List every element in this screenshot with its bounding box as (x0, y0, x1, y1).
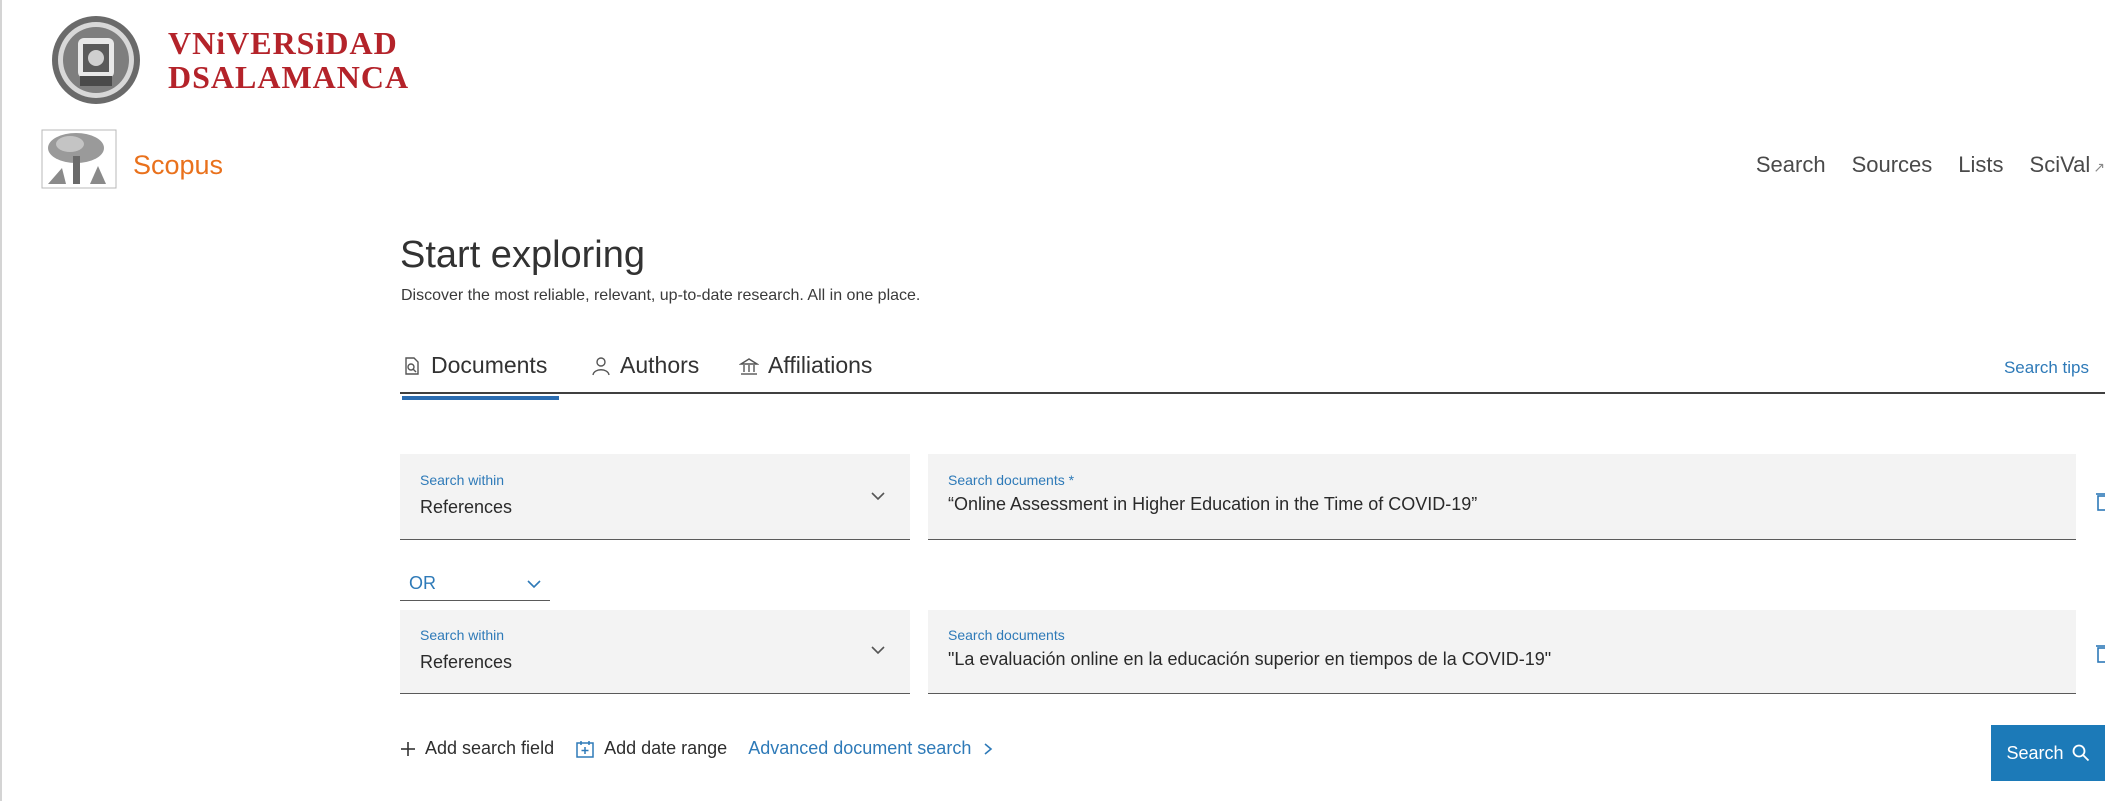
university-seal-logo (52, 16, 140, 104)
search-tips-link[interactable]: Search tips (2004, 358, 2089, 378)
trash-icon[interactable] (2096, 490, 2105, 512)
search-documents-label-1: Search documents * (948, 472, 1075, 488)
search-actions-bar: Add search field Add date range Advanced… (400, 738, 995, 759)
search-within-label-1: Search within (420, 472, 505, 488)
nav-lists[interactable]: Lists (1945, 152, 2016, 178)
tab-authors-label: Authors (620, 352, 700, 378)
add-date-range-label: Add date range (604, 738, 728, 758)
page-title: Start exploring (400, 234, 646, 276)
university-name: VNiVERSiDAD DSALAMANCA (168, 26, 409, 94)
nav-scival[interactable]: SciVal ↗ (2017, 152, 2105, 178)
tab-affiliations[interactable]: Affiliations (739, 352, 872, 379)
university-name-line1: VNiVERSiDAD (168, 25, 398, 61)
search-within-label-2: Search within (420, 627, 505, 643)
university-name-line2: DSALAMANCA (168, 59, 410, 95)
tab-documents[interactable]: Documents (402, 352, 560, 400)
chevron-down-icon (871, 646, 885, 655)
nav-sources[interactable]: Sources (1839, 152, 1946, 178)
scopus-logo-text[interactable]: Scopus (133, 150, 223, 181)
nav-scival-label: SciVal (2029, 152, 2091, 177)
chevron-down-icon (871, 492, 885, 501)
institution-icon (739, 357, 759, 375)
add-date-range-button[interactable]: Add date range (575, 738, 727, 759)
nav-search[interactable]: Search (1743, 152, 1839, 178)
search-documents-label-2: Search documents (948, 627, 1065, 643)
chevron-right-icon (984, 742, 993, 755)
search-within-select-1[interactable]: Search within References (400, 454, 910, 540)
top-navigation: Search Sources Lists SciVal ↗ (1743, 152, 2105, 178)
search-documents-value-2: "La evaluación online en la educación su… (948, 649, 1552, 669)
plus-icon (401, 741, 415, 756)
search-documents-input-1[interactable]: Search documents * “Online Assessment in… (928, 454, 2076, 540)
search-documents-value-1: “Online Assessment in Higher Education i… (948, 494, 1478, 514)
document-search-icon (405, 356, 419, 375)
search-icon (2072, 744, 2089, 762)
search-within-value-2: References (420, 652, 513, 672)
tab-documents-label: Documents (431, 352, 548, 378)
search-button-label: Search (2006, 742, 2064, 763)
tab-authors[interactable]: Authors (591, 352, 699, 379)
add-search-field-button[interactable]: Add search field (400, 738, 554, 759)
elsevier-tree-logo (41, 129, 117, 189)
page-subtitle: Discover the most reliable, relevant, up… (401, 287, 921, 304)
add-search-field-label: Add search field (425, 738, 555, 758)
calendar-plus-icon (576, 740, 594, 758)
search-button[interactable]: Search (1991, 725, 2105, 781)
external-link-icon: ↗ (2093, 159, 2105, 175)
advanced-document-search-label: Advanced document search (748, 738, 972, 758)
advanced-document-search-link[interactable]: Advanced document search (748, 738, 995, 759)
tabs-divider (400, 392, 2105, 394)
boolean-operator-value: OR (409, 573, 436, 593)
search-within-value-1: References (420, 497, 513, 517)
person-icon (592, 356, 610, 375)
tab-affiliations-label: Affiliations (768, 352, 873, 378)
boolean-operator-select[interactable]: OR (400, 566, 550, 601)
search-documents-input-2[interactable]: Search documents "La evaluación online e… (928, 610, 2076, 694)
chevron-down-icon (527, 580, 541, 589)
search-within-select-2[interactable]: Search within References (400, 610, 910, 694)
page-left-border (0, 0, 2, 801)
trash-icon[interactable] (2096, 642, 2105, 664)
